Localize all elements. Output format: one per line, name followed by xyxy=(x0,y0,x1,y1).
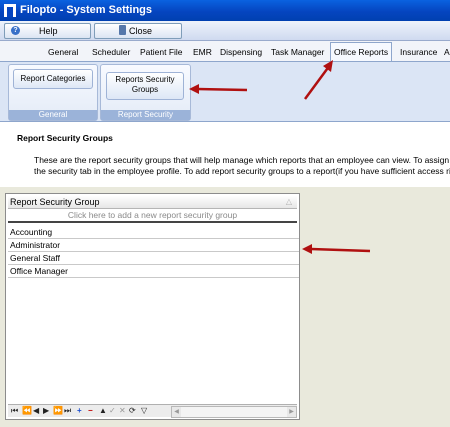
reports-security-groups-label-line1: Reports Security xyxy=(115,75,175,84)
tab-general[interactable]: General xyxy=(48,44,78,60)
settings-tab-strip: General Scheduler Patient File EMR Dispe… xyxy=(0,41,450,62)
ribbon-group-general: Report Categories General xyxy=(8,64,98,121)
tab-scheduler[interactable]: Scheduler xyxy=(92,44,130,60)
close-button[interactable]: Close xyxy=(94,23,182,39)
next-record-icon[interactable]: ▶ xyxy=(43,405,49,417)
horizontal-scrollbar[interactable]: ◀ ▶ xyxy=(171,406,297,418)
first-record-icon[interactable]: ⏮ xyxy=(11,405,18,417)
annotation-arrow-tab xyxy=(303,60,333,100)
ribbon-group-report-security-caption: Report Security xyxy=(101,110,190,120)
exit-door-icon xyxy=(119,25,126,35)
next-page-icon[interactable]: ⏩ xyxy=(53,405,63,417)
ribbon-group-general-caption: General xyxy=(9,110,97,120)
column-header-report-security-group[interactable]: Report Security Group △ xyxy=(8,196,297,209)
title-bar: Filopto - System Settings xyxy=(0,0,450,21)
last-record-icon[interactable]: ⏭ xyxy=(64,405,71,417)
table-row[interactable]: General Staff xyxy=(8,252,299,265)
help-label: Help xyxy=(39,26,58,36)
filter-icon[interactable]: ▽ xyxy=(141,405,147,417)
tab-overflow[interactable]: A xyxy=(444,44,450,60)
reports-security-groups-button[interactable]: Reports Security Groups xyxy=(106,72,184,100)
annotation-arrow-grid-rows xyxy=(302,244,371,254)
table-row[interactable]: Office Manager xyxy=(8,265,299,278)
table-row[interactable]: Administrator xyxy=(8,239,299,252)
scroll-left-icon[interactable]: ◀ xyxy=(172,407,181,417)
sort-icon: △ xyxy=(285,197,292,206)
save-edit-icon[interactable]: ✓ xyxy=(109,405,116,417)
add-new-row[interactable]: Click here to add a new report security … xyxy=(8,210,297,223)
annotation-arrow-ribbon-button xyxy=(189,84,248,94)
table-row[interactable]: Accounting xyxy=(8,226,299,239)
edit-record-icon[interactable]: ▲ xyxy=(99,405,107,417)
reports-security-groups-label-line2: Groups xyxy=(131,85,159,94)
description-line-2: the security tab in the employee profile… xyxy=(34,166,450,176)
description-line-1: These are the report security groups tha… xyxy=(34,155,450,165)
scroll-right-icon[interactable]: ▶ xyxy=(287,407,296,417)
tab-insurance[interactable]: Insurance xyxy=(400,44,437,60)
delete-record-icon[interactable]: − xyxy=(88,405,93,417)
help-button[interactable]: ? Help xyxy=(4,23,91,39)
window-title: Filopto - System Settings xyxy=(20,4,153,16)
refresh-icon[interactable]: ⟳ xyxy=(129,405,136,417)
ribbon-group-report-security: Reports Security Groups Report Security xyxy=(100,64,191,121)
security-groups-grid[interactable]: Report Security Group △ Click here to ad… xyxy=(5,193,300,420)
prev-record-icon[interactable]: ◀ xyxy=(33,405,39,417)
tab-patient-file[interactable]: Patient File xyxy=(140,44,183,60)
close-label: Close xyxy=(129,26,153,36)
prev-page-icon[interactable]: ⏪ xyxy=(22,405,32,417)
grid-navigator: ⏮ ⏪ ◀ ▶ ⏩ ⏭ + − ▲ ✓ ✕ ⟳ ▽ ◀ ▶ xyxy=(8,404,297,418)
help-icon: ? xyxy=(11,26,20,35)
section-title: Report Security Groups xyxy=(17,133,113,143)
add-record-icon[interactable]: + xyxy=(77,405,82,417)
column-header-label: Report Security Group xyxy=(10,197,100,207)
report-categories-button[interactable]: Report Categories xyxy=(13,69,93,89)
app-logo-icon xyxy=(4,4,16,17)
tab-emr[interactable]: EMR xyxy=(193,44,212,60)
cancel-edit-icon[interactable]: ✕ xyxy=(119,405,126,417)
tab-dispensing[interactable]: Dispensing xyxy=(220,44,262,60)
toolbar: ? Help Close xyxy=(0,21,450,41)
